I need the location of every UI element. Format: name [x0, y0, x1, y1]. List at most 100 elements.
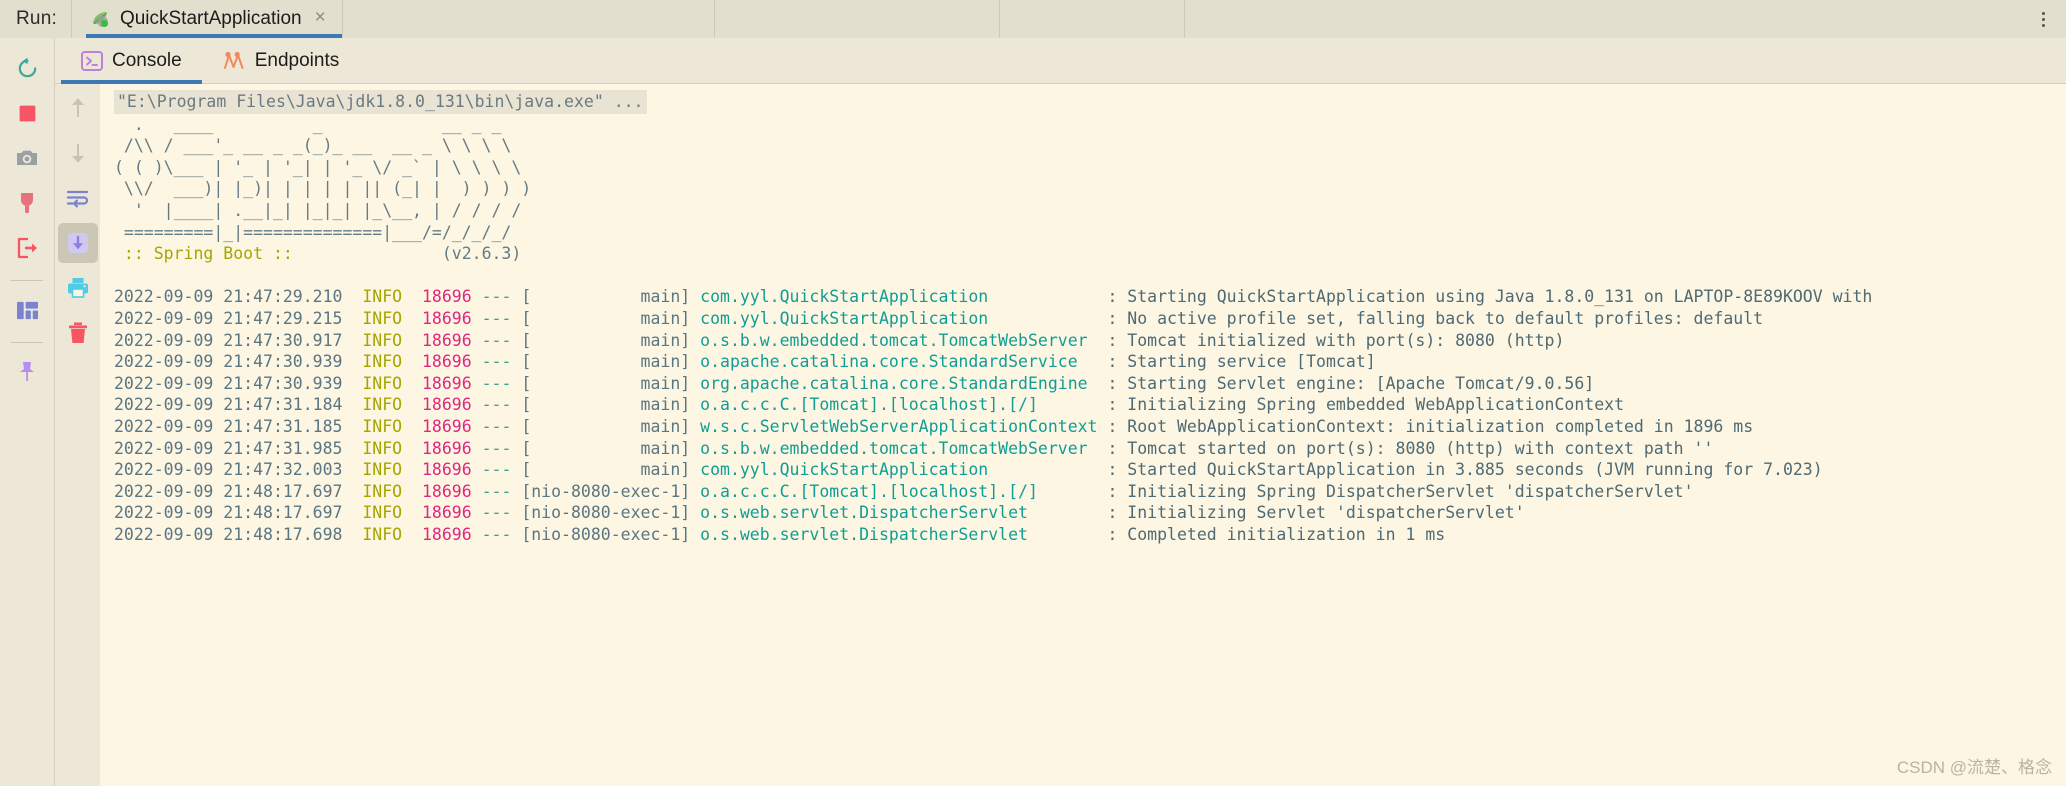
soft-wrap-icon[interactable] [58, 178, 98, 218]
run-tab-bar: Run: QuickStartApplication × [0, 0, 2066, 38]
close-icon[interactable]: × [311, 8, 328, 30]
log-bracket-close: ] [680, 373, 701, 393]
log-separator: --- [471, 287, 522, 307]
tab-console[interactable]: Console [61, 38, 202, 84]
console-output[interactable]: "E:\Program Files\Java\jdk1.8.0_131\bin\… [100, 84, 2066, 786]
log-logger: o.s.b.w.embedded.tomcat.TomcatWebServer [700, 330, 1108, 350]
banner-line-5: =========|_|==============|___/=/_/_/_/ [114, 222, 512, 242]
log-bracket-close: ] [680, 524, 701, 544]
log-bracket-close: ] [680, 330, 701, 350]
log-bracket-open: [ [521, 395, 532, 415]
console-column: Console Endpoints "E:\Program Files\Java… [55, 38, 2066, 786]
run-bar-spacer [1184, 0, 2020, 38]
run-tab-quickstartapplication[interactable]: QuickStartApplication × [70, 0, 343, 38]
log-bracket-close: ] [680, 352, 701, 372]
console-tab-strip: Console Endpoints [55, 38, 2066, 84]
log-logger: o.s.b.w.embedded.tomcat.TomcatWebServer [700, 438, 1108, 458]
log-line: 2022-09-09 21:48:17.698 INFO 18696 --- [… [114, 525, 1445, 544]
banner-line-3: \\/ ___)| |_)| | | | | || (_| | ) ) ) ) [114, 179, 532, 199]
log-message: : Initializing Spring embedded WebApplic… [1107, 395, 1624, 415]
log-bracket-open: [ [521, 481, 532, 501]
tab-endpoints-label: Endpoints [254, 49, 340, 71]
java-command-line: "E:\Program Files\Java\jdk1.8.0_131\bin\… [114, 90, 647, 114]
log-level: INFO [362, 308, 422, 328]
log-separator: --- [471, 481, 522, 501]
log-logger: o.apache.catalina.core.StandardService [700, 352, 1108, 372]
tab-console-label: Console [112, 49, 182, 71]
log-logger: o.s.web.servlet.DispatcherServlet [700, 503, 1108, 523]
log-message: : Starting service [Tomcat] [1107, 352, 1376, 372]
log-timestamp: 2022-09-09 21:47:30.917 [114, 330, 363, 350]
log-level: INFO [362, 373, 422, 393]
log-timestamp: 2022-09-09 21:47:30.939 [114, 373, 363, 393]
log-bracket-close: ] [680, 287, 701, 307]
log-separator: --- [471, 503, 522, 523]
run-tab-title: QuickStartApplication [119, 8, 302, 29]
log-bracket-close: ] [680, 416, 701, 436]
log-timestamp: 2022-09-09 21:48:17.697 [114, 503, 363, 523]
arrow-down-icon[interactable] [58, 133, 98, 173]
more-options-icon[interactable] [2020, 0, 2066, 38]
log-pid: 18696 [421, 438, 472, 458]
stop-icon[interactable] [7, 93, 47, 133]
log-separator: --- [471, 416, 522, 436]
log-thread: main [531, 330, 681, 350]
log-message: : Completed initialization in 1 ms [1107, 524, 1446, 544]
log-level: INFO [362, 287, 422, 307]
log-lines: 2022-09-09 21:47:29.210 INFO 18696 --- [… [100, 265, 2066, 546]
log-thread: main [531, 373, 681, 393]
trash-icon[interactable] [58, 313, 98, 353]
scroll-to-end-icon[interactable] [57, 223, 98, 263]
log-bracket-close: ] [680, 395, 701, 415]
log-thread: main [531, 438, 681, 458]
log-logger: o.a.c.c.C.[Tomcat].[localhost].[/] [700, 481, 1108, 501]
log-message: : Starting Servlet engine: [Apache Tomca… [1107, 373, 1595, 393]
run-bar-segment-2 [714, 0, 1000, 38]
log-message: : Starting QuickStartApplication using J… [1107, 287, 1873, 307]
log-pid: 18696 [421, 330, 472, 350]
log-bracket-close: ] [680, 481, 701, 501]
log-line: 2022-09-09 21:47:31.985 INFO 18696 --- [… [114, 439, 1713, 458]
run-label: Run: [16, 8, 57, 29]
log-thread: main [531, 395, 681, 415]
log-separator: --- [471, 352, 522, 372]
log-pid: 18696 [421, 416, 472, 436]
camera-icon[interactable] [7, 138, 47, 178]
log-timestamp: 2022-09-09 21:47:31.184 [114, 395, 363, 415]
log-line: 2022-09-09 21:47:29.215 INFO 18696 --- [… [114, 309, 1763, 328]
run-window-body: Console Endpoints "E:\Program Files\Java… [0, 38, 2066, 786]
plug-icon[interactable] [7, 183, 47, 223]
exit-icon[interactable] [7, 228, 47, 268]
log-logger: o.a.c.c.C.[Tomcat].[localhost].[/] [700, 395, 1108, 415]
log-separator: --- [471, 330, 522, 350]
log-line: 2022-09-09 21:47:31.185 INFO 18696 --- [… [114, 417, 1753, 436]
log-level: INFO [362, 330, 422, 350]
spring-leaf-icon [90, 9, 111, 30]
log-bracket-close: ] [680, 503, 701, 523]
log-bracket-open: [ [521, 352, 532, 372]
rerun-icon[interactable] [7, 48, 47, 88]
log-message: : No active profile set, falling back to… [1107, 308, 1764, 328]
log-bracket-open: [ [521, 438, 532, 458]
log-timestamp: 2022-09-09 21:47:32.003 [114, 460, 363, 480]
console-toolbar [55, 84, 100, 786]
log-bracket-open: [ [521, 503, 532, 523]
log-message: : Root WebApplicationContext: initializa… [1107, 416, 1754, 436]
log-logger: com.yyl.QuickStartApplication [700, 308, 1108, 328]
tab-endpoints[interactable]: Endpoints [202, 38, 360, 83]
log-line: 2022-09-09 21:47:30.917 INFO 18696 --- [… [114, 331, 1564, 350]
log-thread: main [531, 352, 681, 372]
log-timestamp: 2022-09-09 21:47:31.985 [114, 438, 363, 458]
log-separator: --- [471, 438, 522, 458]
log-line: 2022-09-09 21:47:31.184 INFO 18696 --- [… [114, 395, 1624, 414]
log-line: 2022-09-09 21:47:29.210 INFO 18696 --- [… [114, 287, 1872, 306]
banner-line-0: . ____ _ __ _ _ [114, 114, 502, 134]
log-level: INFO [362, 481, 422, 501]
pin-icon[interactable] [7, 352, 47, 392]
layout-icon[interactable] [7, 290, 47, 330]
log-timestamp: 2022-09-09 21:47:29.210 [114, 287, 363, 307]
print-icon[interactable] [58, 268, 98, 308]
arrow-up-icon[interactable] [58, 88, 98, 128]
log-separator: --- [471, 395, 522, 415]
log-bracket-open: [ [521, 330, 532, 350]
